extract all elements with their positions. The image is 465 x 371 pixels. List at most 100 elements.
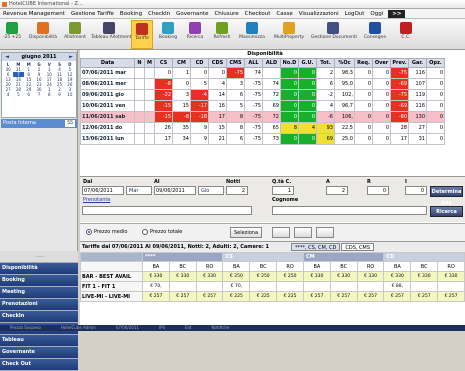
toolbar-refresh-button[interactable]: Refresh [211,20,233,49]
tariff-price-cell[interactable]: € 88, [383,281,412,292]
dal-day-select[interactable]: Mar [126,186,152,195]
export-button[interactable] [316,227,334,238]
sidenav-item-booking[interactable]: Booking [0,275,78,287]
sidenav-item-governante[interactable]: Governante [0,347,78,359]
availability-col-header[interactable]: CMS [226,58,245,68]
calendar-day[interactable]: 10 [65,92,75,97]
tariff-price-cell[interactable]: € 330 [302,271,331,282]
calendar-day[interactable]: 6 [24,92,34,97]
toolbar-tariffe-button[interactable]: Tariffe [131,20,153,49]
tariff-price-cell[interactable]: € 330 [410,271,439,282]
tariff-row[interactable]: BAR - BEST AVAIL € 330 € 330 € 330 € 250 € 25… [80,271,465,282]
refresh-tariffs-button[interactable] [272,227,290,238]
tariff-price-cell[interactable]: € 257 [195,291,224,302]
availability-col-header[interactable]: CS [154,58,173,68]
toolbar-allotment-button[interactable]: Allotment [63,20,87,49]
toolbar-maximize-button[interactable]: Massimizza [237,20,267,49]
sidenav-item-checkin[interactable]: CheckIn [0,311,78,323]
availability-row[interactable]: 09/06/2011 gio -22 3 -4 14 6 -75 72 0 0 -2 102, 0 0 -7… [80,89,445,101]
calendar-next-icon[interactable]: ► [67,53,75,61]
sidenav-item-tableau[interactable]: Tableau [0,335,78,347]
tariff-price-cell[interactable]: € 70, [142,281,170,292]
availability-col-header[interactable]: %Oc [334,58,355,68]
print-button[interactable] [294,227,312,238]
dal-field[interactable]: 07/06/2011 [82,186,124,195]
availability-col-header[interactable]: N [134,58,145,68]
availability-col-header[interactable]: Prev. [390,58,409,68]
menu-item-4[interactable]: Governante [173,9,211,18]
tariff-price-cell[interactable]: € 257 [168,291,197,302]
calendar-day[interactable]: 5 [13,92,23,97]
availability-row[interactable]: 07/06/2011 mar 0 1 0 0 -75 74 0 0 2 98,3 0 0 -75 116 0 [80,67,445,79]
ragazzi-field[interactable]: 0 [367,186,389,195]
availability-col-header[interactable]: ALD [262,58,281,68]
availability-col-header[interactable]: Gar. [408,58,427,68]
tariff-price-cell[interactable]: € 225 [222,291,251,302]
tariff-price-cell[interactable]: € 250 [222,271,251,282]
toolbar-tableau-button[interactable]: Tableau Allotment [91,20,132,49]
tariff-price-cell[interactable]: € 330 [356,271,385,282]
toolbar-booking-button[interactable]: Booking [157,20,179,49]
tariff-price-cell[interactable]: € 330 [329,271,358,282]
toolbar-calendar-button[interactable]: Disponibilità [27,20,59,49]
sidenav-item-prenotazioni[interactable]: Prenotazioni [0,299,78,311]
menu-item-10[interactable]: Oggi [367,9,386,18]
menu-item-7[interactable]: Casse [273,9,295,18]
tariff-price-cell[interactable] [329,281,358,292]
al-field[interactable]: 09/06/2011 [154,186,196,195]
tariff-price-cell[interactable] [302,281,331,292]
sidenav-item-meeting[interactable]: Meeting [0,287,78,299]
availability-col-header[interactable]: G.U. [298,58,317,68]
tariff-price-cell[interactable] [249,281,278,292]
tariff-price-cell[interactable]: € 250 [249,271,278,282]
posta-interna[interactable]: Posta Interna 55 [1,119,77,128]
notti-field[interactable]: 2 [226,186,248,195]
availability-row[interactable]: 08/06/2011 mer -8 0 5 4 3 -75 74 0 0 6 95,0 0 0 -69 107… [80,78,445,90]
availability-col-header[interactable]: No.D [280,58,299,68]
tariff-price-cell[interactable]: € 330 [168,271,197,282]
availability-col-header[interactable]: Req. [354,58,373,68]
menu-item-1[interactable]: Gestione Tariffe [68,9,117,18]
calendar-day[interactable]: 7 [34,92,44,97]
availability-row[interactable]: 10/06/2011 ven -15 15 -17 16 5 -75 69 0 0 4 96,7 0 0-… [80,100,445,112]
menu-item-0[interactable]: Revenue Management [0,9,68,18]
sidenav-item-check-out[interactable]: Check Out [0,359,78,371]
toolbar-multiproperty-button[interactable]: MultiProperty [271,20,307,49]
tariff-price-cell[interactable] [356,281,385,292]
sidenav-item-disponibilita[interactable]: Disponibilità [0,263,78,275]
menu-item-3[interactable]: CheckIn [145,9,173,18]
availability-col-header[interactable]: M [144,58,155,68]
menu-item-2[interactable]: Booking [117,9,145,18]
menu-item-5[interactable]: Chiusure [211,9,241,18]
tariff-price-cell[interactable]: € 225 [276,291,304,302]
determina-pax-button[interactable]: Determina pax [430,186,463,206]
tariff-price-cell[interactable]: € 257 [356,291,385,302]
tariff-price-cell[interactable] [437,281,465,292]
cognome-field[interactable] [272,206,427,215]
prezzo-medio-radio[interactable]: Prezzo medio [86,229,127,235]
availability-row[interactable]: 12/06/2011 do 26 35 9 15 8 -75 65 8 4 93 22,5 0 0 28 27… [80,122,445,134]
availability-col-header[interactable]: CDS [208,58,227,68]
tariff-price-cell[interactable]: € 330 [142,271,170,282]
tariff-price-cell[interactable] [410,281,439,292]
tariff-price-cell[interactable]: € 225 [249,291,278,302]
toolbar-cc-button[interactable]: C.C. [395,20,417,49]
tariff-price-cell[interactable] [195,281,224,292]
sidenav-collapse[interactable]: ...... [0,251,78,263]
tariff-price-cell[interactable] [168,281,197,292]
prenotante-field[interactable] [82,206,252,215]
toolbar-arrows-button[interactable]: -25 +25 [1,20,23,49]
tariff-row[interactable]: LIVE-MI - LIVE-MI € 257 € 257 € 257 € 225 € 2… [80,291,465,302]
toolbar-documents-button[interactable]: Gestione Documenti [311,20,357,49]
al-day-select[interactable]: Gio [198,186,224,195]
qc-field[interactable]: 1 [272,186,294,195]
toolbar-consegne-button[interactable]: Consegne [359,20,391,49]
availability-col-header[interactable]: CD [190,58,209,68]
calendar-prev-icon[interactable]: ◄ [3,53,11,61]
availability-col-header[interactable]: CM [172,58,191,68]
menu-item-9[interactable]: LogOut [342,9,368,18]
menu-item-11[interactable]: >> [388,10,406,18]
tariff-price-cell[interactable]: € 257 [383,291,412,302]
prezzo-totale-radio[interactable]: Prezzo totale [142,229,182,235]
availability-row[interactable]: 13/06/2011 lun 17 34 9 21 6 -75 73 0 0 69 25,0 0 0 17 3… [80,133,445,145]
